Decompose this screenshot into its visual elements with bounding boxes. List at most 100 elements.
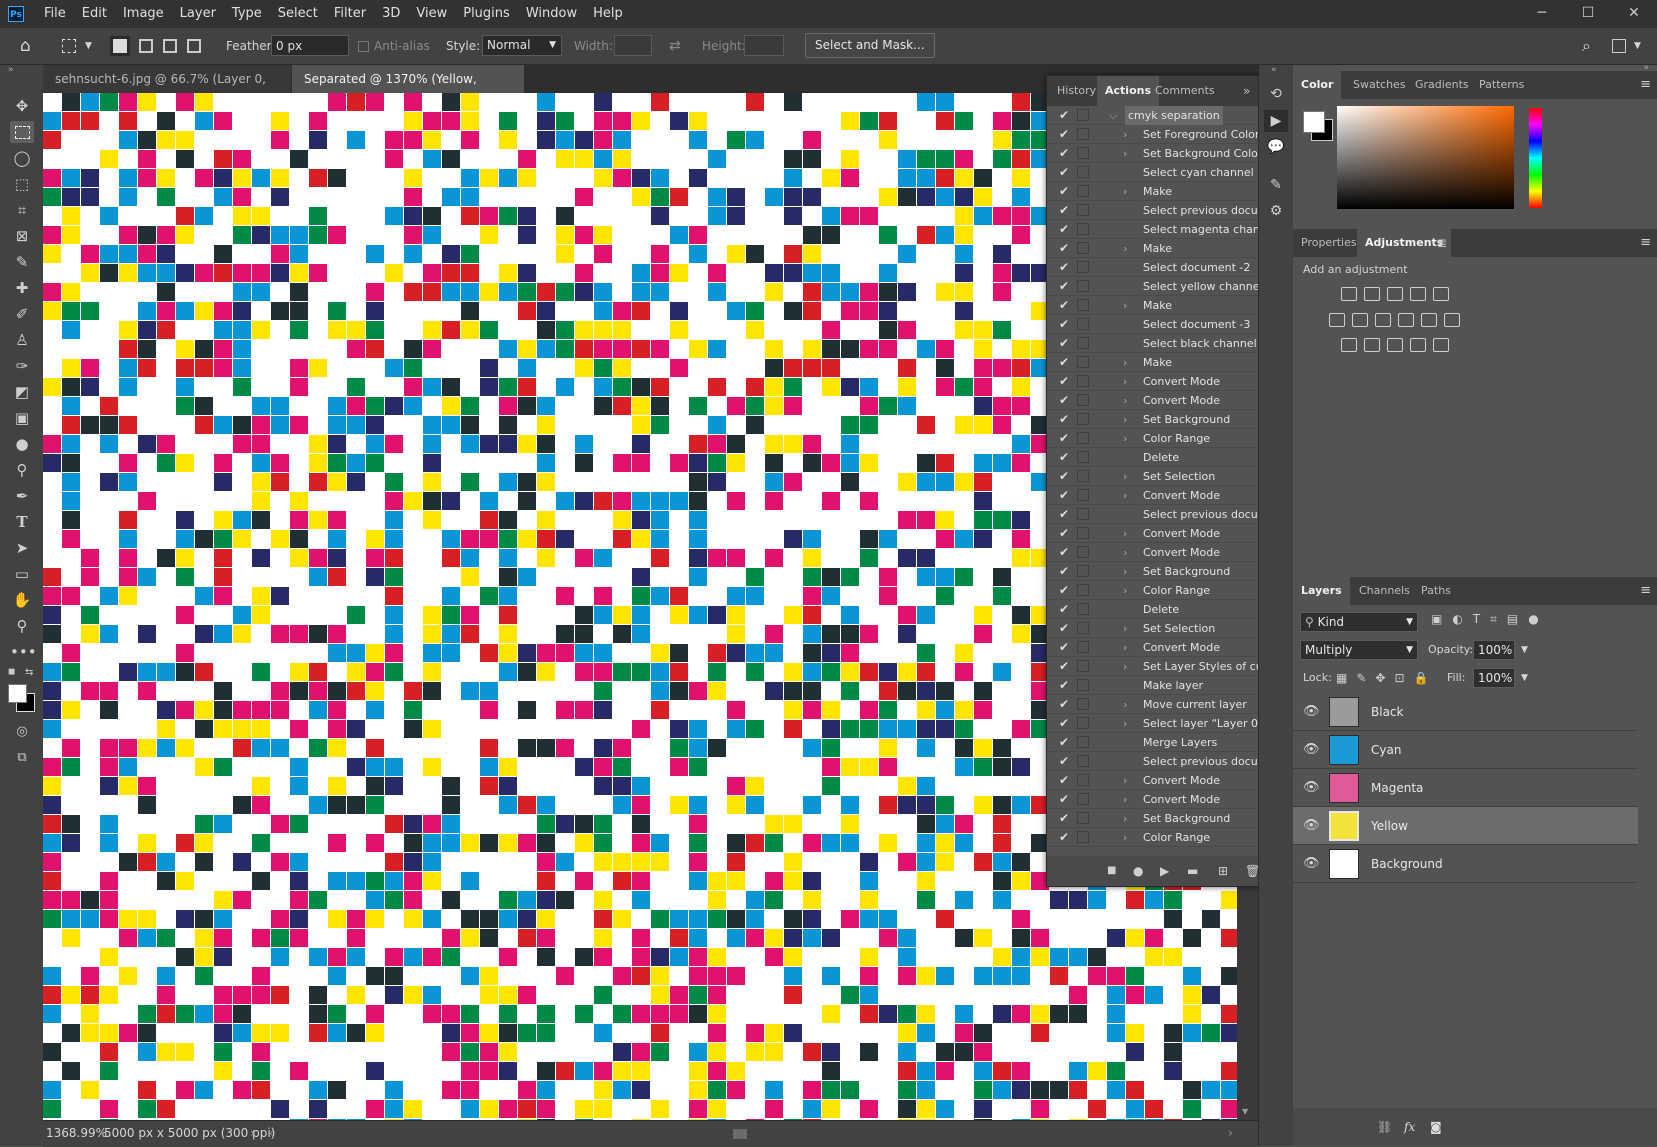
type-tool-icon[interactable]: T <box>10 511 34 533</box>
layer-thumbnail[interactable] <box>1329 773 1359 803</box>
action-step-row[interactable]: ✔ › Set Background <box>1047 809 1273 828</box>
posterize-icon[interactable] <box>1364 338 1380 352</box>
dialog-toggle-box[interactable] <box>1077 565 1089 577</box>
history-brush-tool-icon[interactable]: ✑ <box>10 355 34 377</box>
home-icon[interactable]: ⌂ <box>20 28 31 64</box>
action-step-row[interactable]: ✔ Select previous document <box>1047 201 1286 220</box>
dialog-toggle-box[interactable] <box>1077 660 1089 672</box>
new-selection-icon[interactable] <box>110 36 130 56</box>
panel-menu-icon[interactable]: ≡ <box>1640 229 1651 257</box>
channel-mixer-icon[interactable] <box>1421 313 1437 327</box>
menu-help[interactable]: Help <box>585 0 631 28</box>
feather-input[interactable] <box>271 35 349 56</box>
dialog-toggle-box[interactable] <box>1077 470 1089 482</box>
action-step-row[interactable]: ✔ › Convert Mode <box>1047 372 1273 391</box>
brightness-icon[interactable] <box>1341 287 1357 301</box>
object-select-tool-icon[interactable]: ⬚ <box>10 173 34 195</box>
fill-input[interactable]: 100% <box>1473 668 1515 688</box>
check-icon[interactable]: ✔ <box>1057 258 1071 277</box>
dialog-toggle-box[interactable] <box>1077 375 1089 387</box>
folder-icon[interactable]: ▬ <box>1187 856 1198 886</box>
dialog-toggle-box[interactable] <box>1077 432 1089 444</box>
action-step-row[interactable]: ✔ › Select layer “Layer 0” <box>1047 714 1273 733</box>
action-step-row[interactable]: ✔ › Set Background <box>1047 410 1273 429</box>
action-step-row[interactable]: ✔ › Set Selection <box>1047 619 1273 638</box>
black-white-icon[interactable] <box>1375 313 1391 327</box>
chevron-right-icon[interactable]: › <box>1123 410 1127 429</box>
layer-row-yellow[interactable]: 👁 Yellow <box>1293 807 1638 845</box>
workspace-icon[interactable] <box>1612 39 1626 53</box>
tab-swatches[interactable]: Swatches <box>1345 71 1414 99</box>
link-layers-icon[interactable]: ⛓ <box>1377 1108 1392 1146</box>
lasso-tool-icon[interactable]: ◯ <box>10 147 34 169</box>
chevron-right-icon[interactable]: › <box>1123 657 1127 676</box>
chevron-right-icon[interactable]: › <box>1123 581 1127 600</box>
check-icon[interactable]: ✔ <box>1057 277 1071 296</box>
tab-channels[interactable]: Channels <box>1351 577 1418 605</box>
chevron-right-icon[interactable]: › <box>1123 619 1127 638</box>
action-step-row[interactable]: ✔ Select black channel <box>1047 334 1273 353</box>
eye-icon[interactable]: 👁 <box>1303 769 1320 807</box>
check-icon[interactable]: ✔ <box>1057 334 1071 353</box>
check-icon[interactable]: ✔ <box>1057 429 1071 448</box>
collapse-chevrons-icon[interactable]: » <box>8 65 14 75</box>
menu-file[interactable]: File <box>36 0 74 28</box>
dialog-toggle-box[interactable] <box>1077 204 1089 216</box>
check-icon[interactable]: ✔ <box>1057 201 1071 220</box>
add-mask-icon[interactable]: ◙ <box>1430 1108 1442 1146</box>
check-icon[interactable]: ✔ <box>1057 106 1071 125</box>
brush-tool-icon[interactable]: ✐ <box>10 303 34 325</box>
chevron-right-icon[interactable]: › <box>1123 714 1127 733</box>
menu-layer[interactable]: Layer <box>172 0 224 28</box>
action-step-row[interactable]: ✔ Select document -2 <box>1047 258 1273 277</box>
action-step-row[interactable]: ✔ › Convert Mode <box>1047 524 1273 543</box>
pen-tool-icon[interactable]: ✒ <box>10 485 34 507</box>
check-icon[interactable]: ✔ <box>1057 733 1071 752</box>
add-selection-icon[interactable] <box>139 39 153 53</box>
check-icon[interactable]: ✔ <box>1057 448 1071 467</box>
check-icon[interactable]: ✔ <box>1057 239 1071 258</box>
layer-row-cyan[interactable]: 👁 Cyan <box>1293 731 1638 769</box>
check-icon[interactable]: ✔ <box>1057 619 1071 638</box>
check-icon[interactable]: ✔ <box>1057 581 1071 600</box>
screen-mode-icon[interactable]: ⧉ <box>10 747 34 769</box>
chevron-right-icon[interactable]: › <box>1123 695 1127 714</box>
dialog-toggle-box[interactable] <box>1077 128 1089 140</box>
action-step-row[interactable]: ✔ › Make <box>1047 296 1273 315</box>
layer-thumbnail[interactable] <box>1329 735 1359 765</box>
dialog-toggle-box[interactable] <box>1077 223 1089 235</box>
subtract-selection-icon[interactable] <box>163 39 177 53</box>
chevron-down-icon[interactable]: ▼ <box>1634 28 1641 64</box>
check-icon[interactable]: ✔ <box>1057 182 1071 201</box>
chevron-right-icon[interactable]: › <box>1123 562 1127 581</box>
check-icon[interactable]: ✔ <box>1057 695 1071 714</box>
fx-icon[interactable]: fx <box>1404 1108 1415 1146</box>
select-and-mask-button[interactable]: Select and Mask... <box>805 33 935 58</box>
check-icon[interactable]: ✔ <box>1057 505 1071 524</box>
chevron-right-icon[interactable]: › <box>1123 182 1127 201</box>
action-step-row[interactable]: ✔ Delete <box>1047 600 1273 619</box>
chevron-right-icon[interactable]: › <box>1123 543 1127 562</box>
dialog-toggle-box[interactable] <box>1077 717 1089 729</box>
tab-comments[interactable]: Comments <box>1147 76 1223 106</box>
chevron-right-icon[interactable]: › <box>1123 467 1127 486</box>
chevron-right-icon[interactable]: › <box>1123 809 1127 828</box>
check-icon[interactable]: ✔ <box>1057 144 1071 163</box>
check-icon[interactable]: ✔ <box>1057 771 1071 790</box>
action-step-row[interactable]: ✔ Merge Layers <box>1047 733 1273 752</box>
check-icon[interactable]: ✔ <box>1057 372 1071 391</box>
check-icon[interactable]: ✔ <box>1057 543 1071 562</box>
brush-settings-icon[interactable]: ✎ <box>1264 174 1288 196</box>
check-icon[interactable]: ✔ <box>1057 220 1071 239</box>
history-panel-icon[interactable]: ⟲ <box>1264 83 1288 105</box>
menu-window[interactable]: Window <box>518 0 585 28</box>
dialog-toggle-box[interactable] <box>1077 736 1089 748</box>
chevron-right-icon[interactable]: › <box>1123 638 1127 657</box>
action-step-row[interactable]: ✔ › Convert Mode <box>1047 486 1273 505</box>
action-step-row[interactable]: ✔ › Convert Mode <box>1047 391 1273 410</box>
check-icon[interactable]: ✔ <box>1057 676 1071 695</box>
new-action-icon[interactable]: ⊞ <box>1218 856 1228 886</box>
dialog-toggle-box[interactable] <box>1077 394 1089 406</box>
chevron-right-icon[interactable]: › <box>1123 429 1127 448</box>
layer-filter-select[interactable]: ⚲ Kind ▼ <box>1300 612 1418 632</box>
